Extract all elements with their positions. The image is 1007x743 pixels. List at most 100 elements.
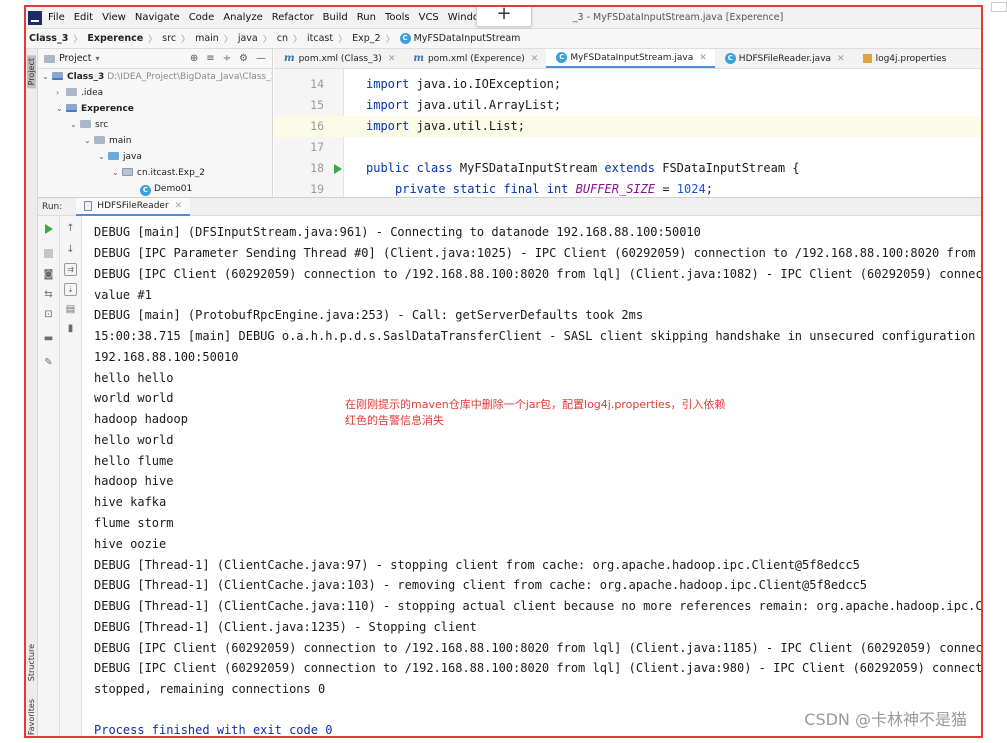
close-icon[interactable]: ✕ (531, 54, 539, 64)
chevron-right-icon: 〉 (338, 35, 348, 45)
trash-icon[interactable]: ▮ (64, 322, 77, 335)
console-toolbar: ↑ ↓ ⇉ ⇣ ▤ ▮ (60, 216, 82, 736)
tab-myfsdatainputstream[interactable]: C MyFSDataInputStream.java ✕ (546, 49, 715, 68)
code-line: 15 import java.util.ArrayList; (274, 95, 981, 116)
menu-file[interactable]: File (48, 12, 65, 23)
crumb-experence[interactable]: Experence (87, 33, 143, 44)
down-arrow-icon[interactable]: ↓ (64, 243, 77, 256)
tree-item-idea[interactable]: › .idea (38, 85, 272, 101)
close-icon[interactable]: ✕ (699, 53, 707, 63)
console-line: value #1 (94, 288, 152, 302)
collapse-icon[interactable]: ≡ (206, 53, 214, 64)
tree-item-experence[interactable]: ⌄ Experence (38, 101, 272, 117)
tab-log4j-properties[interactable]: log4j.properties (853, 49, 955, 68)
rerun-icon[interactable] (45, 224, 53, 234)
tree-item-label: Experence (81, 104, 134, 114)
crumb-src[interactable]: src (162, 33, 176, 44)
exit-icon[interactable]: ⇆ (42, 288, 55, 301)
menu-edit[interactable]: Edit (74, 12, 93, 23)
chevron-down-icon[interactable]: ⌄ (70, 117, 80, 133)
chevron-right-icon[interactable]: › (56, 85, 66, 101)
gear-icon[interactable]: ⚙ (239, 53, 248, 64)
menu-tools[interactable]: Tools (385, 12, 410, 23)
tree-item-package[interactable]: ⌄ cn.itcast.Exp_2 (38, 165, 272, 181)
target-icon[interactable]: ⊕ (190, 53, 198, 64)
camera-icon[interactable]: ◙ (42, 268, 55, 281)
chevron-down-icon[interactable]: ⌄ (84, 133, 94, 149)
tab-hdfsfilereader[interactable]: C HDFSFileReader.java ✕ (715, 49, 853, 68)
chevron-down-icon[interactable]: ⌄ (98, 149, 108, 165)
chevron-down-icon[interactable]: ⌄ (56, 101, 66, 117)
run-gutter-icon[interactable] (334, 164, 342, 174)
window-peek (991, 2, 1007, 12)
soft-wrap-icon[interactable]: ⇉ (64, 263, 77, 276)
tree-item-class3[interactable]: ⌄ Class_3 D:\IDEA_Project\BigData_Java\Cla… (38, 69, 272, 85)
menu-analyze[interactable]: Analyze (223, 12, 262, 23)
line-number: 15 (310, 98, 324, 112)
tool-tab-project[interactable]: Project (27, 55, 36, 89)
layout-icon[interactable]: ▬ (42, 332, 55, 345)
console-line: world world (94, 391, 174, 405)
stop-icon[interactable] (44, 249, 53, 258)
console-line: hello hello (94, 371, 174, 385)
chevron-down-icon[interactable]: ⌄ (112, 165, 122, 181)
chevron-down-icon[interactable]: ▾ (96, 54, 100, 63)
minimize-icon[interactable]: — (256, 53, 266, 64)
code-editor[interactable]: 14 import java.io.IOException; 15 import… (274, 69, 981, 197)
scroll-end-icon[interactable]: ⇣ (64, 283, 77, 296)
up-arrow-icon[interactable]: ↑ (64, 222, 77, 235)
code-keyword: import (366, 77, 410, 91)
expand-icon[interactable]: ÷ (223, 53, 231, 64)
tree-item-src[interactable]: ⌄ src (38, 117, 272, 133)
chevron-down-icon[interactable]: ⌄ (42, 69, 52, 85)
menu-vcs[interactable]: VCS (419, 12, 439, 23)
close-icon[interactable]: ✕ (175, 201, 183, 211)
menu-run[interactable]: Run (357, 12, 376, 23)
menu-build[interactable]: Build (323, 12, 348, 23)
annotation-line-2: 红色的告警信息消失 (345, 414, 444, 427)
tool-tab-favorites[interactable]: Favorites (27, 699, 36, 735)
console-output[interactable]: DEBUG [main] (DFSInputStream.java:961) -… (82, 216, 983, 736)
code-text: import java.io.IOException; (366, 74, 561, 95)
pin-icon[interactable]: ✎ (42, 356, 55, 369)
add-button[interactable]: + (476, 7, 532, 27)
print-icon[interactable]: ▤ (64, 303, 77, 316)
tab-label: HDFSFileReader.java (738, 53, 832, 64)
crumb-main[interactable]: main (195, 33, 219, 44)
close-icon[interactable]: ✕ (837, 54, 845, 64)
tab-label: MyFSDataInputStream.java (570, 52, 694, 63)
crumb-exp2[interactable]: Exp_2 (352, 33, 380, 44)
crumb-java[interactable]: java (238, 33, 258, 44)
tree-item-label: Demo01 (154, 184, 193, 194)
ide-window: File Edit View Navigate Code Analyze Ref… (24, 5, 983, 738)
chevron-right-icon: 〉 (73, 35, 83, 45)
code-rest: FSDataInputStream { (655, 161, 800, 175)
crumb-itcast[interactable]: itcast (307, 33, 333, 44)
console-line: hello world (94, 433, 174, 447)
project-view-selector[interactable]: Project (59, 53, 92, 64)
run-label: Run: (42, 201, 63, 212)
close-icon[interactable]: ✕ (388, 54, 396, 64)
console-line: DEBUG [IPC Parameter Sending Thread #0] … (94, 246, 983, 260)
menu-refactor[interactable]: Refactor (272, 12, 314, 23)
crumb-class3[interactable]: Class_3 (29, 33, 68, 44)
tab-pom-experence[interactable]: m pom.xml (Experence) ✕ (403, 49, 546, 68)
crumb-cn[interactable]: cn (277, 33, 288, 44)
tab-pom-class3[interactable]: m pom.xml (Class_3) ✕ (274, 49, 403, 68)
tree-item-path: D:\IDEA_Project\BigData_Java\Class_3 (107, 72, 273, 82)
chevron-right-icon: 〉 (385, 35, 395, 45)
restore-icon[interactable]: ⊡ (42, 308, 55, 321)
menu-navigate[interactable]: Navigate (135, 12, 180, 23)
code-keyword: import (366, 119, 410, 133)
tree-item-demo01[interactable]: C Demo01 (38, 181, 272, 197)
tool-tab-structure[interactable]: Structure (27, 644, 36, 681)
tree-item-java[interactable]: ⌄ java (38, 149, 272, 165)
menu-view[interactable]: View (102, 12, 126, 23)
run-tab-hdfsfilereader[interactable]: HDFSFileReader ✕ (76, 197, 191, 216)
annotation-line-1: 在刚刚提示的maven仓库中删除一个jar包，配置log4j.propertie… (345, 398, 726, 411)
run-tab-label: HDFSFileReader (97, 200, 169, 211)
code-rest: java.util.ArrayList; (409, 98, 562, 112)
crumb-myfsdatainputstream[interactable]: MyFSDataInputStream (414, 33, 521, 44)
menu-code[interactable]: Code (189, 12, 215, 23)
tree-item-main[interactable]: ⌄ main (38, 133, 272, 149)
